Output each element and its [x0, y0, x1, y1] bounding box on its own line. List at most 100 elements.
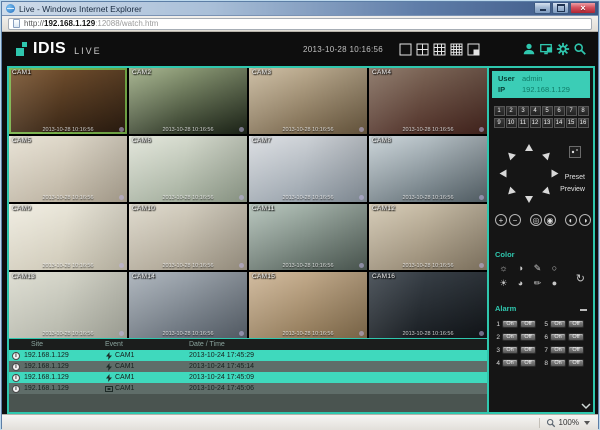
camera-tile-cam5[interactable]: CAM52013-10-28 10:16:56 [9, 136, 127, 202]
contrast-up-icon[interactable]: ◑ [512, 262, 529, 274]
layout-buttons [397, 41, 482, 58]
brightness-down-icon[interactable]: ☀ [495, 277, 512, 289]
alarm-5-on-button[interactable]: On [550, 320, 566, 328]
event-row[interactable]: 192.168.1.129CAM12013-10-24 17:45:29 [9, 350, 487, 361]
camera-button-14[interactable]: 14 [554, 118, 565, 128]
event-row[interactable]: 192.168.1.129CAM12013-10-24 17:45:09 [9, 372, 487, 383]
layout-pip-button[interactable] [465, 41, 482, 58]
iris-close-button[interactable]: ◐ [565, 214, 577, 226]
alarm-channel-3: 3OnOff [495, 344, 539, 356]
alarm-1-on-button[interactable]: On [502, 320, 518, 328]
browser-zoom-control[interactable]: 100% [546, 418, 590, 428]
camera-button-6[interactable]: 6 [554, 106, 565, 116]
alarm-number: 1 [495, 321, 500, 328]
layout-4x4-button[interactable] [448, 41, 465, 58]
zoom-in-button[interactable]: + [495, 214, 507, 226]
camera-tile-cam11[interactable]: CAM112013-10-28 10:16:56 [249, 204, 367, 270]
alarm-8-on-button[interactable]: On [550, 359, 566, 367]
alarm-number: 2 [495, 334, 500, 341]
color-reset-icon[interactable]: ↻ [576, 272, 585, 285]
camera-button-16[interactable]: 16 [578, 118, 589, 128]
alarm-3-on-button[interactable]: On [502, 346, 518, 354]
hue-up-icon[interactable]: ○ [546, 262, 563, 274]
camera-button-2[interactable]: 2 [506, 106, 517, 116]
saturation-down-icon[interactable]: ✏ [529, 277, 546, 289]
camera-tile-cam2[interactable]: CAM22013-10-28 10:16:56 [129, 68, 247, 134]
camera-button-13[interactable]: 13 [542, 118, 553, 128]
camera-tile-cam16[interactable]: CAM162013-10-28 10:16:56 [369, 272, 487, 338]
camera-button-9[interactable]: 9 [494, 118, 505, 128]
alarm-6-off-button[interactable]: Off [568, 333, 584, 341]
settings-gear-icon[interactable] [554, 41, 571, 58]
alarm-7-off-button[interactable]: Off [568, 346, 584, 354]
ptz-arrow-down-left[interactable] [505, 187, 516, 198]
zoom-out-button[interactable]: − [509, 214, 521, 226]
user-icon[interactable] [520, 41, 537, 58]
alarm-4-off-button[interactable]: Off [520, 359, 536, 367]
camera-button-7[interactable]: 7 [566, 106, 577, 116]
camera-tile-cam13[interactable]: CAM132013-10-28 10:16:56 [9, 272, 127, 338]
alarm-3-off-button[interactable]: Off [520, 346, 536, 354]
alarm-1-off-button[interactable]: Off [520, 320, 536, 328]
camera-tile-cam7[interactable]: CAM72013-10-28 10:16:56 [249, 136, 367, 202]
camera-tile-cam8[interactable]: CAM82013-10-28 10:16:56 [369, 136, 487, 202]
alarm-2-on-button[interactable]: On [502, 333, 518, 341]
camera-button-4[interactable]: 4 [530, 106, 541, 116]
hue-down-icon[interactable]: ● [546, 277, 563, 289]
alarm-2-off-button[interactable]: Off [520, 333, 536, 341]
layout-2x2-button[interactable] [414, 41, 431, 58]
iris-open-button[interactable]: ◑ [579, 214, 591, 226]
scroll-down-icon[interactable] [581, 403, 591, 410]
alarm-collapse-icon[interactable] [580, 309, 587, 311]
preset-button[interactable]: Preset [565, 174, 585, 181]
minimize-button[interactable] [534, 3, 551, 14]
event-row[interactable]: 192.168.1.129CAM12013-10-24 17:45:06 [9, 383, 487, 394]
alarm-7-on-button[interactable]: On [550, 346, 566, 354]
ptz-arrow-left[interactable] [500, 170, 507, 178]
camera-tile-cam1[interactable]: CAM12013-10-28 10:16:56 [9, 68, 127, 134]
camera-button-11[interactable]: 11 [518, 118, 529, 128]
camera-button-15[interactable]: 15 [566, 118, 577, 128]
event-datetime: 2013-10-24 17:45:06 [189, 385, 254, 392]
ptz-point-icon[interactable] [569, 146, 581, 158]
preview-button[interactable]: Preview [560, 186, 585, 193]
camera-button-12[interactable]: 12 [530, 118, 541, 128]
camera-tile-cam12[interactable]: CAM122013-10-28 10:16:56 [369, 204, 487, 270]
camera-tile-cam15[interactable]: CAM152013-10-28 10:16:56 [249, 272, 367, 338]
camera-tile-cam14[interactable]: CAM142013-10-28 10:16:56 [129, 272, 247, 338]
camera-tile-cam3[interactable]: CAM32013-10-28 10:16:56 [249, 68, 367, 134]
close-button[interactable] [570, 3, 596, 14]
event-row[interactable]: 192.168.1.129CAM12013-10-24 17:45:14 [9, 361, 487, 372]
zoom-caret-icon[interactable] [584, 421, 590, 425]
ptz-arrow-right[interactable] [552, 170, 559, 178]
layout-3x3-button[interactable] [431, 41, 448, 58]
ptz-arrow-down[interactable] [525, 196, 533, 203]
brightness-up-icon[interactable]: ☼ [495, 262, 512, 274]
alarm-5-off-button[interactable]: Off [568, 320, 584, 328]
saturation-up-icon[interactable]: ✎ [529, 262, 546, 274]
ptz-arrow-up[interactable] [525, 144, 533, 151]
contrast-down-icon[interactable]: ◕ [512, 277, 529, 289]
camera-tile-cam6[interactable]: CAM62013-10-28 10:16:56 [129, 136, 247, 202]
camera-button-10[interactable]: 10 [506, 118, 517, 128]
ptz-arrow-up-left[interactable] [505, 150, 516, 161]
camera-tile-cam9[interactable]: CAM92013-10-28 10:16:56 [9, 204, 127, 270]
focus-near-button[interactable]: ◎ [530, 214, 542, 226]
camera-button-3[interactable]: 3 [518, 106, 529, 116]
camera-button-5[interactable]: 5 [542, 106, 553, 116]
search-icon[interactable] [571, 41, 588, 58]
ptz-arrow-down-right[interactable] [542, 187, 553, 198]
export-icon[interactable] [537, 41, 554, 58]
layout-1x1-button[interactable] [397, 41, 414, 58]
url-field[interactable]: http://192.168.1.129:12088/watch.htm [8, 18, 592, 30]
maximize-button[interactable] [552, 3, 569, 14]
ptz-arrow-up-right[interactable] [542, 150, 553, 161]
alarm-8-off-button[interactable]: Off [568, 359, 584, 367]
camera-tile-cam10[interactable]: CAM102013-10-28 10:16:56 [129, 204, 247, 270]
alarm-6-on-button[interactable]: On [550, 333, 566, 341]
camera-button-1[interactable]: 1 [494, 106, 505, 116]
focus-far-button[interactable]: ◉ [544, 214, 556, 226]
camera-button-8[interactable]: 8 [578, 106, 589, 116]
camera-tile-cam4[interactable]: CAM42013-10-28 10:16:56 [369, 68, 487, 134]
alarm-4-on-button[interactable]: On [502, 359, 518, 367]
